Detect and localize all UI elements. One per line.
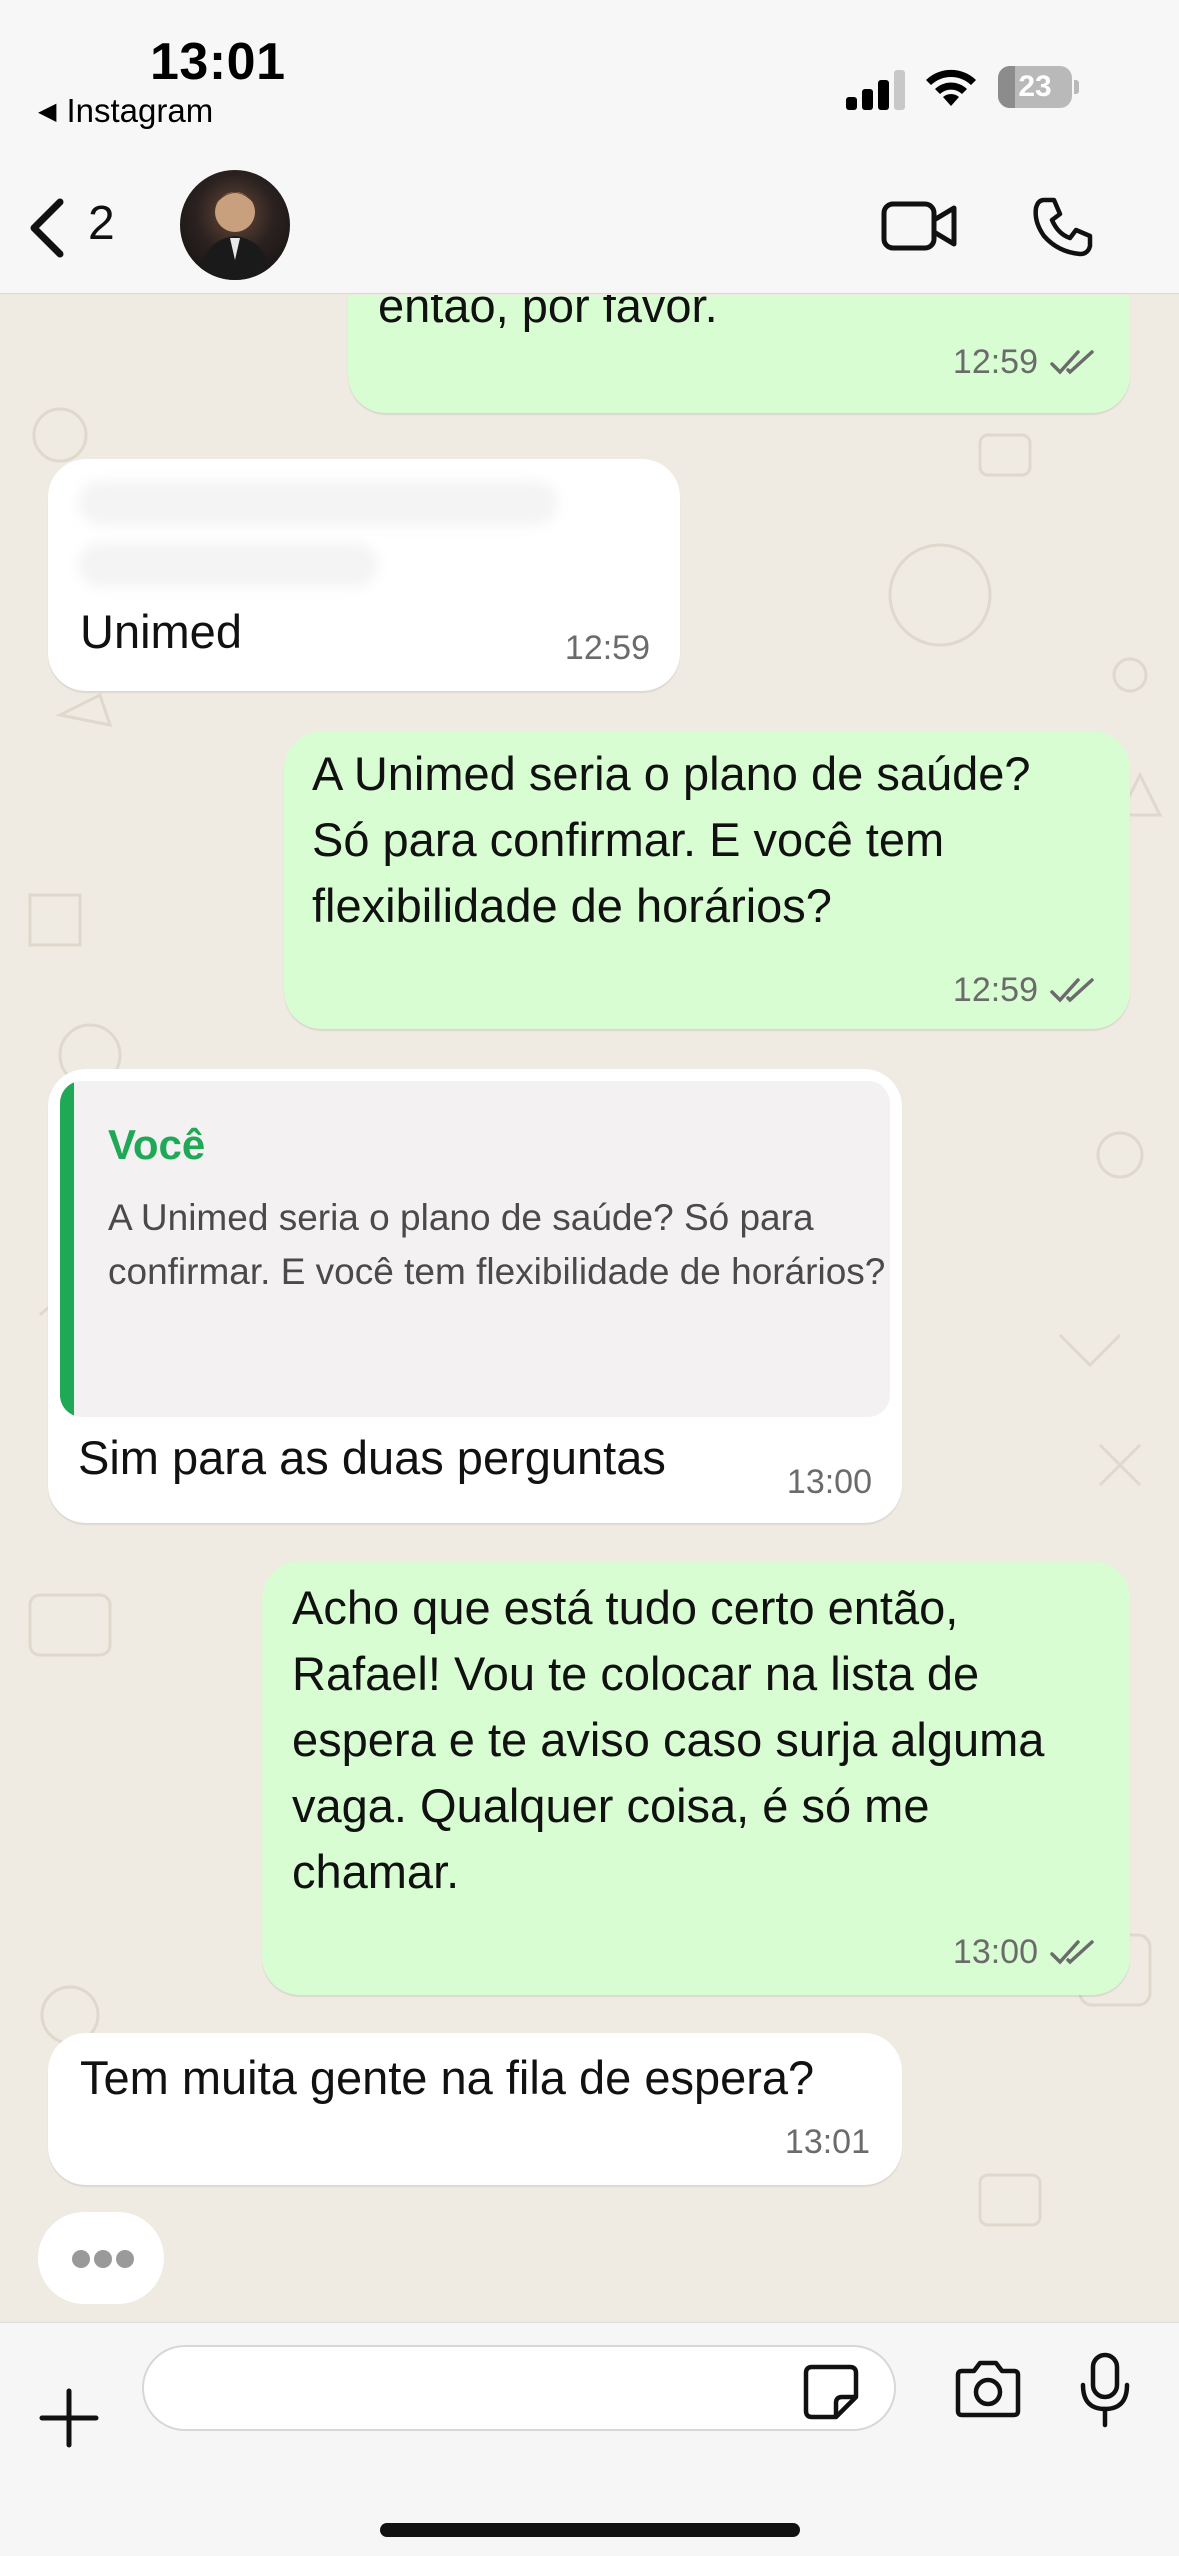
redacted-line: [78, 481, 558, 525]
quote-text: A Unimed seria o plano de saúde? Só para…: [108, 1197, 886, 1292]
home-indicator[interactable]: [380, 2523, 800, 2537]
typing-indicator: [38, 2212, 164, 2304]
read-ticks-icon: [1050, 1939, 1094, 1965]
status-time: 13:01: [150, 33, 286, 91]
message-text: Sim para as duas perguntas: [78, 1431, 666, 1484]
chevron-left-icon[interactable]: [22, 196, 72, 260]
message-text: A Unimed seria o plano de saúde? Só para…: [312, 747, 1031, 932]
read-ticks-icon: [1050, 349, 1094, 375]
message-text: então, por favor.: [378, 295, 718, 332]
message-text: Tem muita gente na fila de espera?: [80, 2051, 815, 2104]
avatar[interactable]: [180, 170, 290, 280]
battery-percent: 23: [1018, 70, 1052, 103]
message-time: 13:01: [784, 2123, 870, 2161]
back-triangle-icon: ◀: [38, 97, 57, 125]
message-time: 13:00: [952, 1933, 1038, 1971]
camera-icon[interactable]: [952, 2359, 1024, 2419]
video-call-icon[interactable]: [880, 196, 960, 256]
wifi-icon: [923, 64, 979, 108]
message-meta: 12:59: [565, 629, 650, 668]
message-meta: 13:01: [785, 2123, 870, 2162]
cellular-signal-icon: [846, 70, 908, 110]
message-time: 12:59: [952, 343, 1038, 381]
quote-accent-bar: [60, 1081, 74, 1417]
message-meta: 13:00: [787, 1463, 872, 1502]
message-composer: [0, 2322, 1179, 2556]
back-to-app-link[interactable]: ◀ Instagram: [38, 92, 213, 130]
message-bubble-incoming[interactable]: Unimed 12:59: [48, 459, 680, 691]
quote-author: Você: [108, 1121, 206, 1168]
message-meta: 13:00: [953, 1933, 1100, 1972]
redacted-line: [78, 543, 378, 587]
message-list[interactable]: então, por favor. 12:59 Unimed 12:59 A U…: [0, 295, 1179, 2322]
microphone-icon[interactable]: [1078, 2351, 1132, 2429]
message-text: Unimed: [80, 605, 242, 658]
read-ticks-icon: [1050, 977, 1094, 1003]
battery-icon: 23: [998, 66, 1079, 108]
message-time: 12:59: [564, 629, 650, 667]
message-bubble-outgoing[interactable]: Acho que está tudo certo então, Rafael! …: [262, 1561, 1130, 1995]
unread-count[interactable]: 2: [88, 196, 115, 251]
message-meta: 12:59: [953, 971, 1100, 1010]
phone-call-icon[interactable]: [1030, 194, 1096, 260]
status-bar: 13:01 ◀ Instagram 23: [0, 0, 1179, 160]
sticker-icon[interactable]: [802, 2363, 860, 2421]
message-bubble-outgoing[interactable]: então, por favor. 12:59: [348, 295, 1130, 413]
plus-icon[interactable]: [38, 2387, 100, 2449]
message-meta: 12:59: [953, 343, 1100, 382]
message-bubble-incoming[interactable]: Tem muita gente na fila de espera? 13:01: [48, 2033, 902, 2185]
message-time: 12:59: [952, 971, 1038, 1009]
message-text: Acho que está tudo certo então, Rafael! …: [292, 1581, 1045, 1898]
message-bubble-outgoing[interactable]: A Unimed seria o plano de saúde? Só para…: [284, 731, 1130, 1029]
back-app-label: Instagram: [66, 92, 214, 129]
message-bubble-incoming[interactable]: Você A Unimed seria o plano de saúde? Só…: [48, 1069, 902, 1523]
chat-header: 2: [0, 160, 1179, 294]
message-input[interactable]: [142, 2345, 896, 2431]
quoted-message[interactable]: Você A Unimed seria o plano de saúde? Só…: [60, 1081, 890, 1417]
message-time: 13:00: [786, 1463, 872, 1501]
